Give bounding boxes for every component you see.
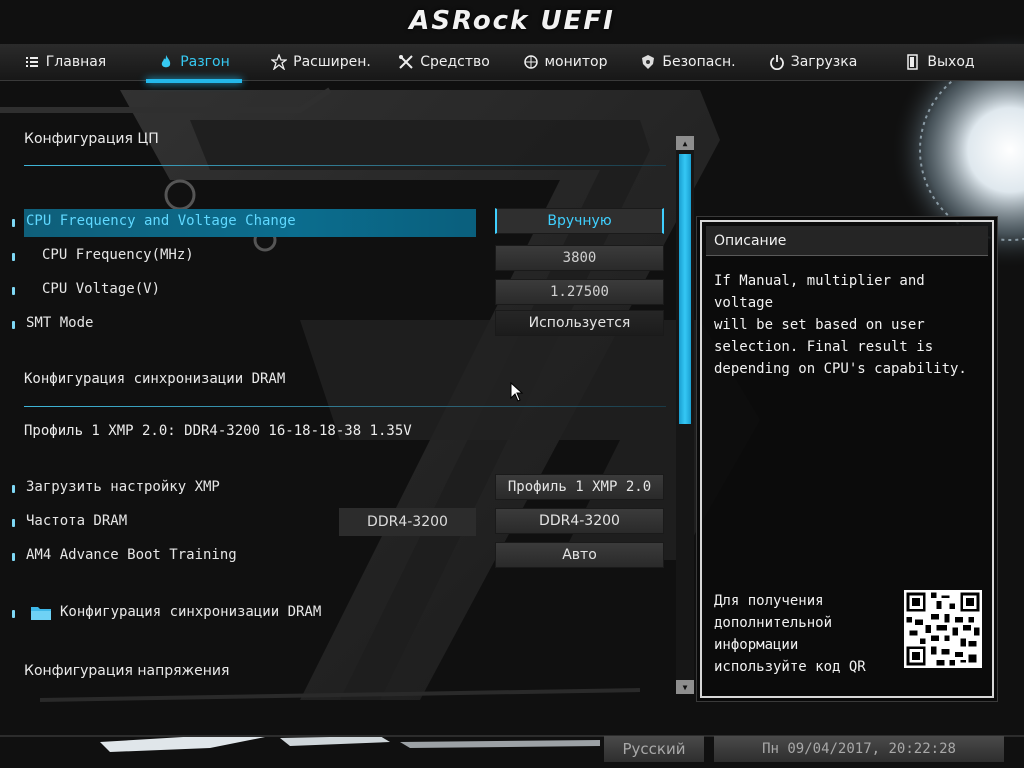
tab-overclock-label: Разгон (180, 54, 230, 70)
exit-icon (907, 54, 919, 70)
tab-advanced[interactable]: Расширен. (258, 44, 384, 80)
list-icon (25, 57, 38, 67)
smt-mode-label: SMT Mode (26, 315, 94, 331)
cpu-frequency-label: CPU Frequency(MHz) (42, 247, 194, 263)
section-divider (24, 165, 666, 166)
cpu-freq-voltage-change-select[interactable]: Вручную (495, 208, 664, 234)
load-xmp-select[interactable]: Профиль 1 XMP 2.0 (495, 474, 664, 500)
row-bullet (12, 553, 15, 561)
dram-section-title: Конфигурация синхронизации DRAM (24, 371, 286, 387)
load-xmp-label: Загрузить настройку XMP (26, 479, 220, 495)
description-title: Описание (706, 226, 988, 256)
xmp-profile-info: Профиль 1 XMP 2.0: DDR4-3200 16-18-18-38… (24, 423, 412, 439)
tab-monitor[interactable]: монитор (504, 44, 626, 80)
scroll-down-icon[interactable]: ▼ (676, 680, 694, 694)
row-bullet (12, 610, 15, 618)
dram-frequency-label: Частота DRAM (26, 513, 128, 529)
tab-boot[interactable]: Загрузка (750, 44, 876, 80)
flame-icon (162, 55, 171, 68)
monitor-icon (523, 55, 538, 69)
row-bullet (12, 253, 15, 261)
qr-code-icon (904, 590, 982, 668)
tab-main[interactable]: Главная (0, 44, 130, 80)
tab-tools-label: Средство (420, 54, 490, 70)
language-selector[interactable]: Русский (604, 736, 704, 762)
tab-exit[interactable]: Выход (876, 44, 1004, 80)
description-text: If Manual, multiplier and voltage will b… (714, 273, 967, 377)
tab-security-label: Безопасн. (662, 54, 736, 70)
dram-timing-submenu[interactable]: Конфигурация синхронизации DRAM (30, 600, 450, 628)
am4-boot-training-label: AM4 Advance Boot Training (26, 547, 237, 563)
tab-overclock[interactable]: Разгон (130, 44, 258, 83)
dram-frequency-readout: DDR4-3200 (339, 508, 476, 536)
cpu-voltage-label: CPU Voltage(V) (42, 281, 161, 297)
brand-logo: ASRock UEFI (409, 6, 615, 36)
description-panel: Описание If Manual, multiplier and volta… (700, 220, 994, 698)
row-bullet (12, 321, 15, 329)
row-bullet (12, 519, 15, 527)
section-divider (24, 406, 666, 407)
main-nav-bar: Главная Разгон Расширен. Средство монито… (0, 44, 1024, 83)
cpu-freq-voltage-change-label: CPU Frequency and Voltage Change (26, 213, 296, 229)
row-bullet (12, 287, 15, 295)
am4-boot-training-select[interactable]: Авто (495, 542, 664, 568)
tab-main-label: Главная (45, 54, 107, 70)
cpu-section-title: Конфигурация ЦП (24, 131, 159, 147)
scrollbar-thumb[interactable] (679, 154, 691, 424)
qr-hint-text: Для получения дополнительной информации … (714, 593, 866, 675)
smt-mode-select[interactable]: Используется (495, 310, 664, 336)
row-bullet (12, 485, 15, 493)
tab-exit-label: Выход (927, 54, 975, 70)
settings-scrollbar[interactable]: ▲ ▼ (676, 136, 694, 694)
dram-frequency-select[interactable]: DDR4-3200 (495, 508, 664, 534)
scroll-up-icon[interactable]: ▲ (676, 136, 694, 150)
power-icon (769, 55, 784, 70)
tab-advanced-label: Расширен. (293, 54, 371, 70)
mouse-cursor-icon (510, 382, 524, 402)
tools-icon (399, 55, 413, 69)
voltage-section-title: Конфигурация напряжения (24, 663, 230, 679)
settings-panel: Конфигурация ЦП CPU Frequency and Voltag… (0, 0, 700, 768)
dram-timing-submenu-label: Конфигурация синхронизации DRAM (60, 604, 322, 620)
tab-tools[interactable]: Средство (384, 44, 504, 80)
folder-icon (31, 607, 51, 620)
cpu-frequency-input[interactable]: 3800 (495, 245, 664, 271)
row-bullet (12, 219, 15, 227)
tab-boot-label: Загрузка (790, 54, 858, 70)
star-icon (271, 54, 288, 70)
tab-monitor-label: монитор (544, 54, 608, 70)
shield-icon (642, 55, 655, 69)
tab-security[interactable]: Безопасн. (626, 44, 750, 80)
datetime-display: Пн 09/04/2017, 20:22:28 (714, 736, 1004, 762)
cpu-voltage-input[interactable]: 1.27500 (495, 279, 664, 305)
